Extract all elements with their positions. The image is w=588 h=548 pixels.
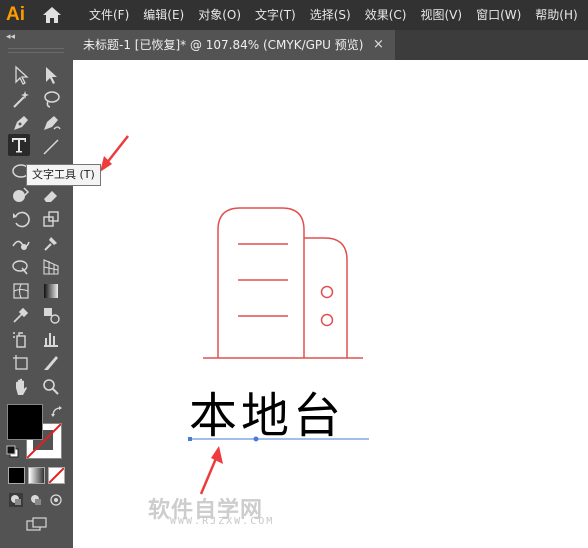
line-segment-tool-icon[interactable] bbox=[40, 136, 62, 158]
draw-behind-icon[interactable] bbox=[29, 492, 43, 506]
column-graph-tool-icon[interactable] bbox=[40, 328, 62, 350]
type-tool-tooltip: 文字工具 (T) bbox=[26, 164, 101, 186]
shape-builder-tool-icon[interactable] bbox=[10, 256, 32, 278]
menu-edit[interactable]: 编辑(E) bbox=[136, 0, 191, 30]
menu-bar: Ai 文件(F) 编辑(E) 对象(O) 文字(T) 选择(S) 效果(C) 视… bbox=[0, 0, 588, 30]
blend-tool-icon[interactable] bbox=[40, 304, 62, 326]
warp-tool-icon[interactable] bbox=[10, 232, 32, 254]
hand-tool-icon[interactable] bbox=[10, 376, 32, 398]
document-tab-title: 未标题-1 [已恢复]* @ 107.84% (CMYK/GPU 预览) bbox=[83, 38, 364, 52]
canvas-text-object[interactable]: 本地台 bbox=[189, 386, 345, 446]
scale-tool-icon[interactable] bbox=[40, 208, 62, 230]
symbol-sprayer-tool-icon[interactable] bbox=[10, 328, 32, 350]
magic-wand-tool-icon[interactable] bbox=[10, 88, 32, 110]
curvature-tool-icon[interactable] bbox=[40, 112, 62, 134]
menu-window[interactable]: 窗口(W) bbox=[469, 0, 528, 30]
gradient-tool-icon[interactable] bbox=[40, 280, 62, 302]
app-logo: Ai bbox=[6, 4, 25, 25]
screen-mode-icon[interactable] bbox=[26, 516, 48, 531]
menu-file[interactable]: 文件(F) bbox=[82, 0, 136, 30]
eyedropper-tool-icon[interactable] bbox=[10, 304, 32, 326]
swap-fill-stroke-icon[interactable] bbox=[50, 404, 64, 418]
menu-object[interactable]: 对象(O) bbox=[191, 0, 248, 30]
mesh-tool-icon[interactable] bbox=[10, 280, 32, 302]
type-tool-icon[interactable] bbox=[8, 134, 30, 156]
selection-tool-icon[interactable] bbox=[10, 64, 32, 86]
home-icon[interactable] bbox=[42, 6, 62, 24]
artboard-canvas[interactable]: 本地台 bbox=[73, 60, 588, 548]
lasso-tool-icon[interactable] bbox=[40, 88, 62, 110]
menu-effect[interactable]: 效果(C) bbox=[358, 0, 414, 30]
main-menu: 文件(F) 编辑(E) 对象(O) 文字(T) 选择(S) 效果(C) 视图(V… bbox=[82, 0, 585, 30]
server-building-artwork bbox=[188, 207, 369, 495]
gradient-mode-icon[interactable] bbox=[28, 467, 45, 484]
document-tab-bar: 未标题-1 [已恢复]* @ 107.84% (CMYK/GPU 预览) × bbox=[73, 30, 588, 60]
eraser-tool-icon[interactable] bbox=[40, 184, 62, 206]
zoom-tool-icon[interactable] bbox=[40, 376, 62, 398]
puppet-warp-tool-icon[interactable] bbox=[40, 232, 62, 254]
close-icon[interactable]: × bbox=[373, 30, 384, 60]
menu-view[interactable]: 视图(V) bbox=[413, 0, 469, 30]
rotate-tool-icon[interactable] bbox=[10, 208, 32, 230]
menu-type[interactable]: 文字(T) bbox=[248, 0, 303, 30]
none-mode-icon[interactable] bbox=[48, 467, 65, 484]
slice-tool-icon[interactable] bbox=[40, 352, 62, 374]
direct-selection-tool-icon[interactable] bbox=[40, 64, 62, 86]
draw-normal-icon[interactable] bbox=[9, 492, 23, 507]
pen-tool-icon[interactable] bbox=[10, 112, 32, 134]
fill-swatch[interactable] bbox=[7, 404, 43, 440]
menu-select[interactable]: 选择(S) bbox=[303, 0, 358, 30]
draw-inside-icon[interactable] bbox=[49, 492, 63, 506]
panel-grip[interactable] bbox=[8, 48, 64, 53]
shaper-tool-icon[interactable] bbox=[10, 184, 32, 206]
menu-help[interactable]: 帮助(H) bbox=[528, 0, 584, 30]
color-mode-icon[interactable] bbox=[8, 467, 25, 484]
document-tab[interactable]: 未标题-1 [已恢复]* @ 107.84% (CMYK/GPU 预览) × bbox=[73, 30, 395, 60]
perspective-grid-tool-icon[interactable] bbox=[40, 256, 62, 278]
artboard-tool-icon[interactable] bbox=[10, 352, 32, 374]
collapse-panel-icon[interactable]: ◂◂ bbox=[6, 32, 15, 42]
default-fill-stroke-icon[interactable] bbox=[6, 444, 20, 458]
watermark-url: WWW.RJZXW.COM bbox=[170, 516, 275, 527]
